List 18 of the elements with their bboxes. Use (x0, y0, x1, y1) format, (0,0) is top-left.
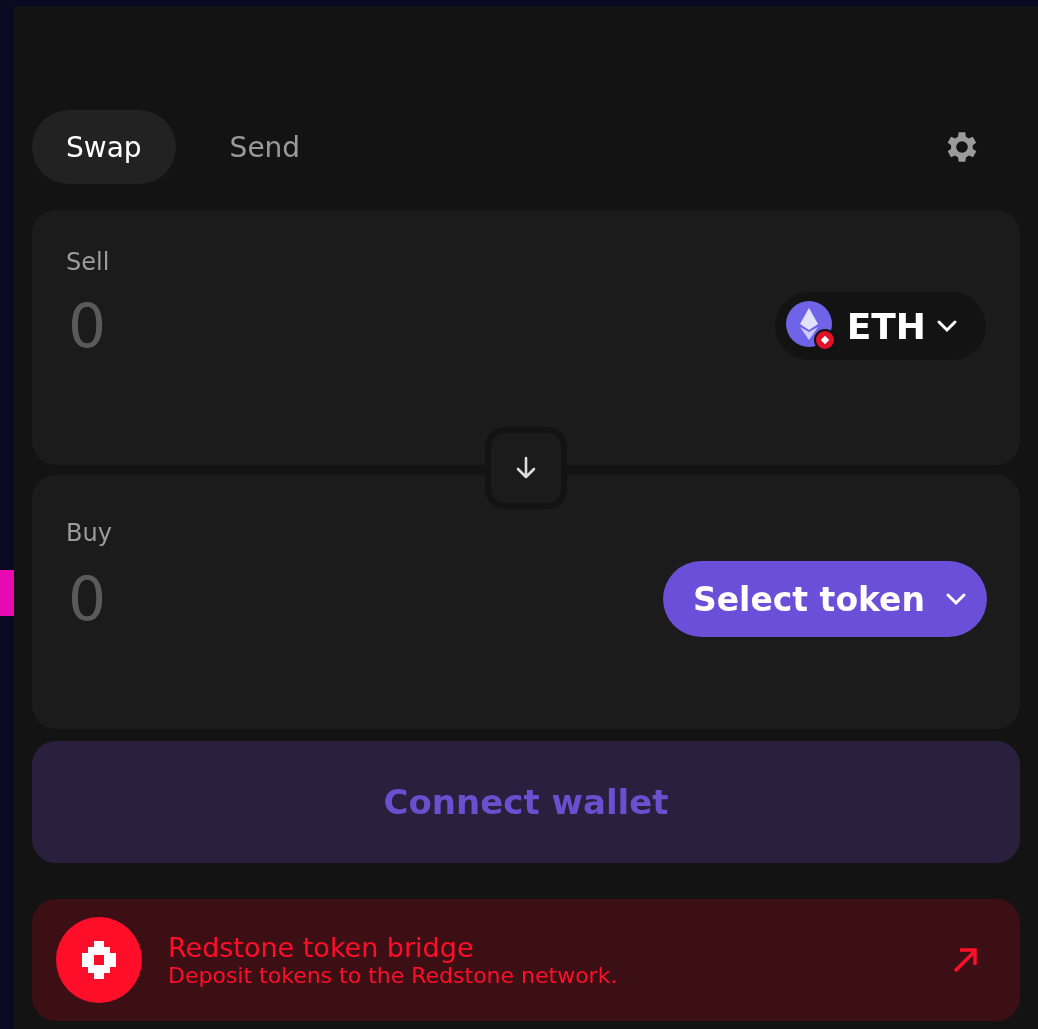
sell-label: Sell (66, 248, 110, 276)
sell-amount-field[interactable]: 0 (66, 290, 270, 362)
arrow-down-icon (515, 455, 537, 481)
chevron-down-icon (936, 319, 958, 333)
bridge-banner[interactable]: Redstone token bridge Deposit tokens to the Redstone network. (32, 899, 1020, 1021)
tab[interactable]: Swap (32, 110, 176, 184)
redstone-logo-icon (56, 917, 142, 1003)
token-selector[interactable]: ETH (774, 292, 986, 360)
banner-title: Redstone token bridge (168, 932, 474, 963)
tab[interactable]: Send (195, 110, 335, 184)
chevron-down-icon (945, 592, 967, 606)
edge-marker (0, 570, 14, 616)
banner-subtitle: Deposit tokens to the Redstone network. (168, 963, 618, 988)
eth-token-icon (784, 300, 837, 352)
buy-amount-field[interactable]: 0 (66, 563, 270, 635)
select-token-button[interactable]: Select token (662, 561, 987, 637)
buy-label: Buy (66, 519, 112, 547)
swap-direction-button[interactable] (485, 427, 567, 509)
